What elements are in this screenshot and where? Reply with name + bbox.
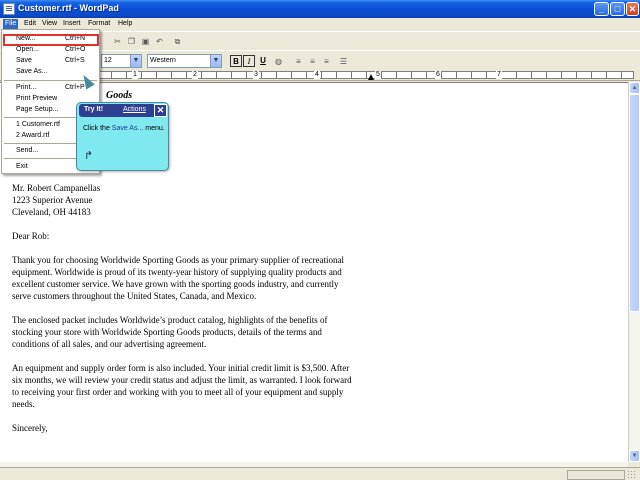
document-line: Mr. Robert Campanellas: [12, 183, 101, 193]
instruction-highlight: Save As...: [111, 125, 144, 132]
letterhead-fragment: Goods: [106, 90, 133, 101]
try-it-callout: Try It! Actions ✕ Click the Save As... m…: [76, 102, 169, 171]
ruler-number: 5: [375, 71, 381, 79]
menu-item-label: 2 Award.rtf: [16, 132, 50, 139]
document-line: serve customers throughout the United St…: [12, 291, 257, 301]
font-size-value: 12: [104, 57, 112, 64]
document-line: needs.: [12, 399, 35, 409]
underline-button[interactable]: U: [257, 55, 269, 67]
resize-grip-icon[interactable]: [627, 470, 637, 480]
menu-item-label: Print Preview: [16, 95, 58, 102]
document-text[interactable]: Mr. Robert Campanellas 1223 Superior Aven…: [12, 182, 372, 434]
align-right-icon[interactable]: ≡: [320, 55, 333, 68]
title-bar[interactable]: Customer.rtf - WordPad _ □ ✕: [0, 0, 640, 18]
pointer-arrow-icon: ↱: [84, 150, 94, 162]
try-it-instruction: Click the Save As... menu.: [83, 124, 165, 133]
chevron-down-icon[interactable]: ▼: [210, 55, 221, 67]
ruler-number: 3: [253, 71, 259, 79]
status-cell: [567, 470, 625, 480]
document-line: Thank you for choosing Worldwide Sportin…: [12, 255, 345, 265]
document-line: Cleveland, OH 44183: [12, 207, 91, 217]
align-left-icon[interactable]: ≡: [292, 55, 305, 68]
menu-item-label: 1 Customer.rtf: [16, 121, 60, 128]
document-line: The enclosed packet includes Worldwide’s…: [12, 315, 328, 325]
insert-object-icon[interactable]: ⧉: [171, 35, 184, 48]
italic-button[interactable]: I: [243, 55, 255, 67]
close-icon[interactable]: ✕: [154, 104, 167, 117]
ruler-number: 6: [435, 71, 441, 79]
menu-item-save[interactable]: Save Ctrl+S: [2, 55, 99, 66]
undo-icon[interactable]: ↶: [153, 35, 166, 48]
document-line: stocking your store with Worldwide Sport…: [12, 327, 322, 337]
paste-icon[interactable]: ▣: [139, 35, 152, 48]
document-line: excellent customer service. We have grow…: [12, 279, 339, 289]
instruction-text: Click the: [83, 125, 112, 132]
wordpad-app-icon[interactable]: [3, 3, 15, 15]
status-bar: [0, 467, 640, 480]
document-line: to receiving your first order and workin…: [12, 387, 344, 397]
scroll-up-icon[interactable]: ▲: [629, 82, 640, 94]
chevron-down-icon[interactable]: ▼: [130, 55, 141, 67]
document-line: six months, we will review your credit s…: [12, 375, 352, 385]
document-line: equipment. Worldwide is proud of its twe…: [12, 267, 342, 277]
menu-item-label: Exit: [16, 163, 28, 170]
menu-item-label: Save As...: [16, 68, 48, 75]
save-as-highlight-box: [3, 34, 99, 46]
scroll-down-icon[interactable]: ▼: [629, 450, 640, 462]
document-line: Dear Rob:: [12, 231, 50, 241]
ruler-number: 1: [132, 71, 138, 79]
bullets-icon[interactable]: ☰: [337, 55, 350, 68]
scroll-thumb[interactable]: [629, 94, 640, 312]
menu-item-label: Send...: [16, 147, 39, 154]
menu-item-label: Page Setup...: [16, 106, 59, 113]
script-combo[interactable]: Western ▼: [147, 54, 222, 68]
copy-icon[interactable]: ❐: [125, 35, 138, 48]
wordpad-window: Customer.rtf - WordPad _ □ ✕ File Edit V…: [0, 0, 640, 480]
ruler-number: 7: [496, 71, 502, 79]
document-line: conditions of all sales, and our adverti…: [12, 339, 207, 349]
ruler-number: 4: [314, 71, 320, 79]
align-center-icon[interactable]: ≡: [306, 55, 319, 68]
minimize-button[interactable]: _: [594, 2, 609, 16]
window-title: Customer.rtf - WordPad: [18, 3, 119, 13]
menu-help[interactable]: Help: [116, 19, 134, 30]
close-button[interactable]: ✕: [626, 2, 639, 16]
menu-item-label: Save: [16, 57, 32, 64]
ruler-ticks: [7, 72, 633, 78]
ruler-strip: 1 2 3 4 5 6 7: [6, 71, 634, 79]
vertical-scrollbar[interactable]: ▲ ▼: [628, 82, 640, 462]
instruction-text: menu.: [143, 125, 165, 132]
ruler-number: 2: [192, 71, 198, 79]
cut-icon[interactable]: ✂: [111, 35, 124, 48]
color-icon[interactable]: ◍: [272, 55, 285, 68]
right-indent-marker[interactable]: [368, 74, 374, 80]
bold-button[interactable]: B: [230, 55, 242, 67]
script-value: Western: [150, 57, 176, 64]
actions-link[interactable]: Actions: [123, 106, 146, 113]
font-size-combo[interactable]: 12 ▼: [101, 54, 142, 68]
menu-item-shortcut: Ctrl+S: [65, 57, 85, 64]
try-it-header: Try It! Actions ✕: [79, 104, 167, 117]
document-line: Sincerely,: [12, 423, 48, 433]
document-line: 1223 Superior Avenue: [12, 195, 93, 205]
try-it-title: Try It!: [84, 106, 104, 113]
menu-item-shortcut: Ctrl+P: [65, 84, 85, 91]
document-line: An equipment and supply order form is al…: [12, 363, 350, 373]
maximize-button[interactable]: □: [610, 2, 625, 16]
menu-item-label: Print...: [16, 84, 37, 91]
